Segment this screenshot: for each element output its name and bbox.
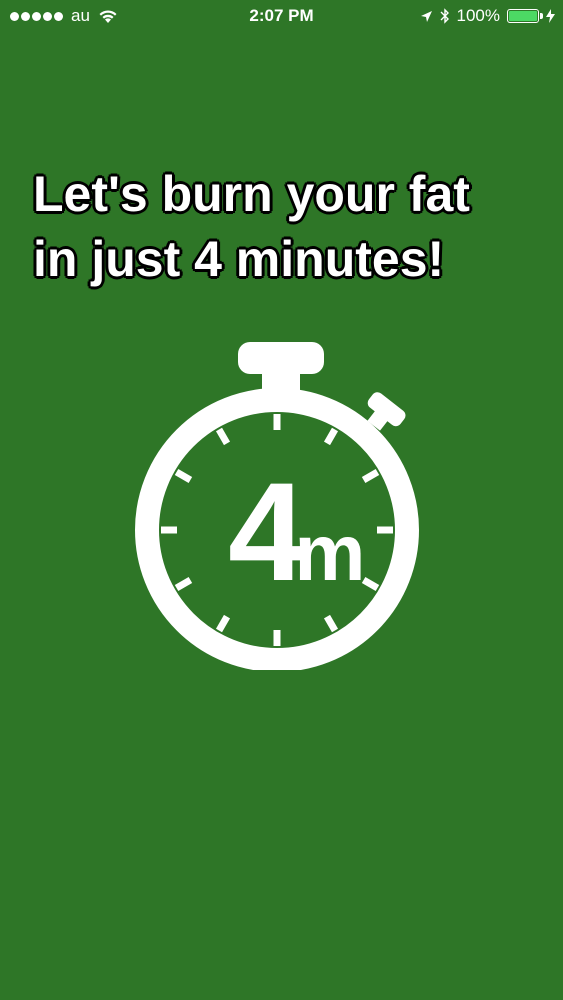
stopwatch-tick bbox=[215, 427, 231, 446]
status-bar: au 2:07 PM 100% bbox=[0, 0, 563, 34]
stopwatch-tick bbox=[273, 414, 281, 430]
battery-icon bbox=[507, 9, 543, 23]
stopwatch-tick bbox=[361, 468, 380, 484]
stopwatch-tick bbox=[215, 614, 231, 633]
location-arrow-icon bbox=[420, 10, 432, 22]
headline: Let's burn your fat in just 4 minutes! bbox=[32, 162, 543, 292]
bluetooth-icon bbox=[440, 8, 449, 24]
stopwatch-tick bbox=[174, 576, 193, 592]
headline-line-2: in just 4 minutes! bbox=[32, 230, 445, 288]
stopwatch-tick bbox=[174, 468, 193, 484]
stopwatch-tick bbox=[273, 630, 281, 646]
stopwatch-tick bbox=[323, 427, 339, 446]
stopwatch-tick bbox=[323, 614, 339, 633]
headline-line-1: Let's burn your fat bbox=[32, 165, 471, 223]
battery-percent: 100% bbox=[456, 6, 500, 25]
stopwatch-tick bbox=[377, 526, 393, 534]
stopwatch-icon: 4 m bbox=[130, 330, 430, 670]
stopwatch-unit: m bbox=[294, 508, 365, 597]
status-right: 100% bbox=[420, 6, 555, 26]
stopwatch-tick bbox=[161, 526, 177, 534]
charging-bolt-icon bbox=[546, 9, 555, 23]
